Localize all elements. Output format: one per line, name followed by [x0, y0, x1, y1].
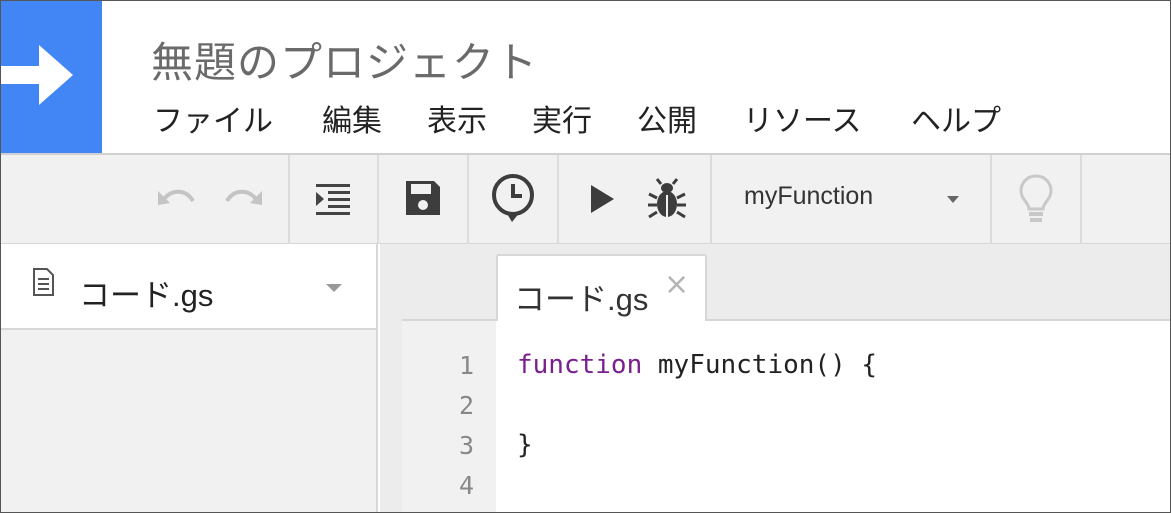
- run-button[interactable]: [583, 179, 621, 219]
- tab-label: コード.gs: [514, 282, 649, 317]
- debug-button[interactable]: [645, 175, 689, 223]
- caret-down-icon[interactable]: [326, 284, 342, 292]
- panel-divider[interactable]: [380, 244, 402, 512]
- code-line: function myFunction() {: [517, 350, 877, 380]
- tab-code-gs[interactable]: コード.gs ×: [496, 254, 707, 323]
- code-editor[interactable]: function myFunction() { }: [496, 321, 1170, 512]
- play-icon: [591, 185, 614, 213]
- toolbar-divider: [710, 155, 712, 244]
- save-button[interactable]: [399, 175, 447, 221]
- app-logo[interactable]: [1, 1, 102, 153]
- menu-help[interactable]: ヘルプ: [911, 96, 1001, 140]
- menu-file[interactable]: ファイル: [153, 96, 273, 140]
- arrow-right-icon: [1, 45, 73, 105]
- toolbar: myFunction: [1, 153, 1170, 244]
- line-number: 4: [458, 471, 474, 500]
- apps-script-editor-window: 無題のプロジェクト ファイル 編集 表示 実行 公開 リソース ヘルプ myFu…: [0, 0, 1171, 513]
- chevron-down-icon: [947, 196, 959, 203]
- toolbar-divider: [1080, 155, 1082, 244]
- line-number: 2: [458, 391, 474, 420]
- line-number-gutter: 1 2 3 4: [402, 321, 496, 512]
- indent-button[interactable]: [309, 177, 357, 221]
- bug-icon: [648, 178, 686, 219]
- menu-edit[interactable]: 編集: [322, 96, 382, 140]
- triggers-button[interactable]: [487, 173, 539, 225]
- file-item-code-gs[interactable]: コード.gs: [1, 244, 376, 330]
- close-icon[interactable]: ×: [664, 270, 689, 300]
- hint-button[interactable]: [1011, 171, 1061, 227]
- line-number: 1: [458, 351, 474, 380]
- redo-icon: [225, 189, 262, 205]
- code-keyword: function: [517, 350, 643, 380]
- menu-run[interactable]: 実行: [532, 96, 592, 140]
- menu-view[interactable]: 表示: [427, 96, 487, 140]
- code-text: }: [517, 430, 533, 460]
- toolbar-divider: [288, 155, 290, 244]
- toolbar-divider: [990, 155, 992, 244]
- toolbar-divider: [467, 155, 469, 244]
- file-item-label: コード.gs: [79, 278, 214, 313]
- editor-tab-bar: コード.gs ×: [402, 244, 1170, 323]
- undo-icon: [158, 189, 195, 205]
- project-title[interactable]: 無題のプロジェクト: [151, 29, 538, 90]
- function-select[interactable]: myFunction: [713, 155, 990, 244]
- code-line: }: [517, 430, 533, 460]
- code-text: myFunction() {: [642, 350, 878, 380]
- toolbar-divider: [557, 155, 559, 244]
- redo-button[interactable]: [221, 180, 267, 220]
- save-icon: [406, 181, 440, 215]
- lightbulb-icon: [1019, 174, 1053, 222]
- menu-publish[interactable]: 公開: [637, 96, 697, 140]
- function-select-value: myFunction: [744, 182, 874, 210]
- file-panel: コード.gs: [1, 244, 378, 512]
- clock-icon: [492, 174, 534, 222]
- document-icon: [33, 268, 54, 296]
- line-number: 3: [458, 431, 474, 460]
- undo-button[interactable]: [153, 180, 199, 220]
- indent-icon: [316, 184, 350, 215]
- menu-resources[interactable]: リソース: [743, 96, 862, 140]
- toolbar-divider: [377, 155, 379, 244]
